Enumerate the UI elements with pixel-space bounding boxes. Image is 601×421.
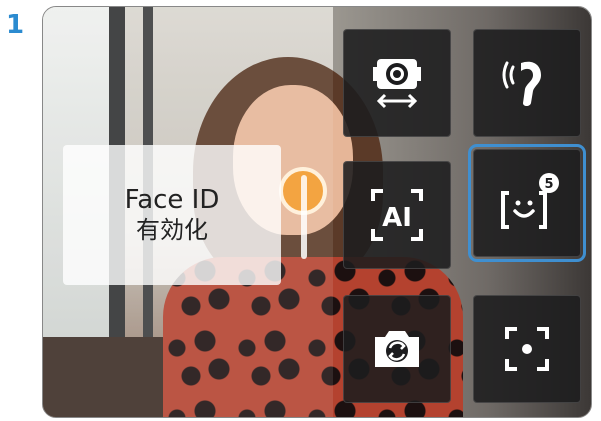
face-detect-icon: 5 [501,173,559,229]
camera-screen: Face ID 有効化 AI 5 [42,6,592,418]
faceid-status-panel: Face ID 有効化 [63,145,281,285]
voice-gesture-icon [502,61,541,106]
voice-gesture-button[interactable] [473,29,581,137]
face-count-badge: 5 [544,177,553,192]
camera-swap-button[interactable] [343,29,451,137]
faceid-subtitle: 有効化 [136,215,208,244]
focus-point-icon [505,327,549,371]
step-number: 1 [6,10,25,40]
face-detect-button[interactable]: 5 [468,144,586,262]
camera-flip-button[interactable] [343,295,451,403]
ai-label: AI [382,203,412,233]
camera-flip-icon [375,331,419,367]
ai-frame-icon: AI [371,189,423,241]
faceid-title: Face ID [124,184,220,215]
ai-mode-button[interactable]: AI [343,161,451,269]
camera-swap-horizontal-icon [373,59,421,109]
scroll-indicator[interactable] [301,175,307,259]
focus-point-button[interactable] [473,295,581,403]
